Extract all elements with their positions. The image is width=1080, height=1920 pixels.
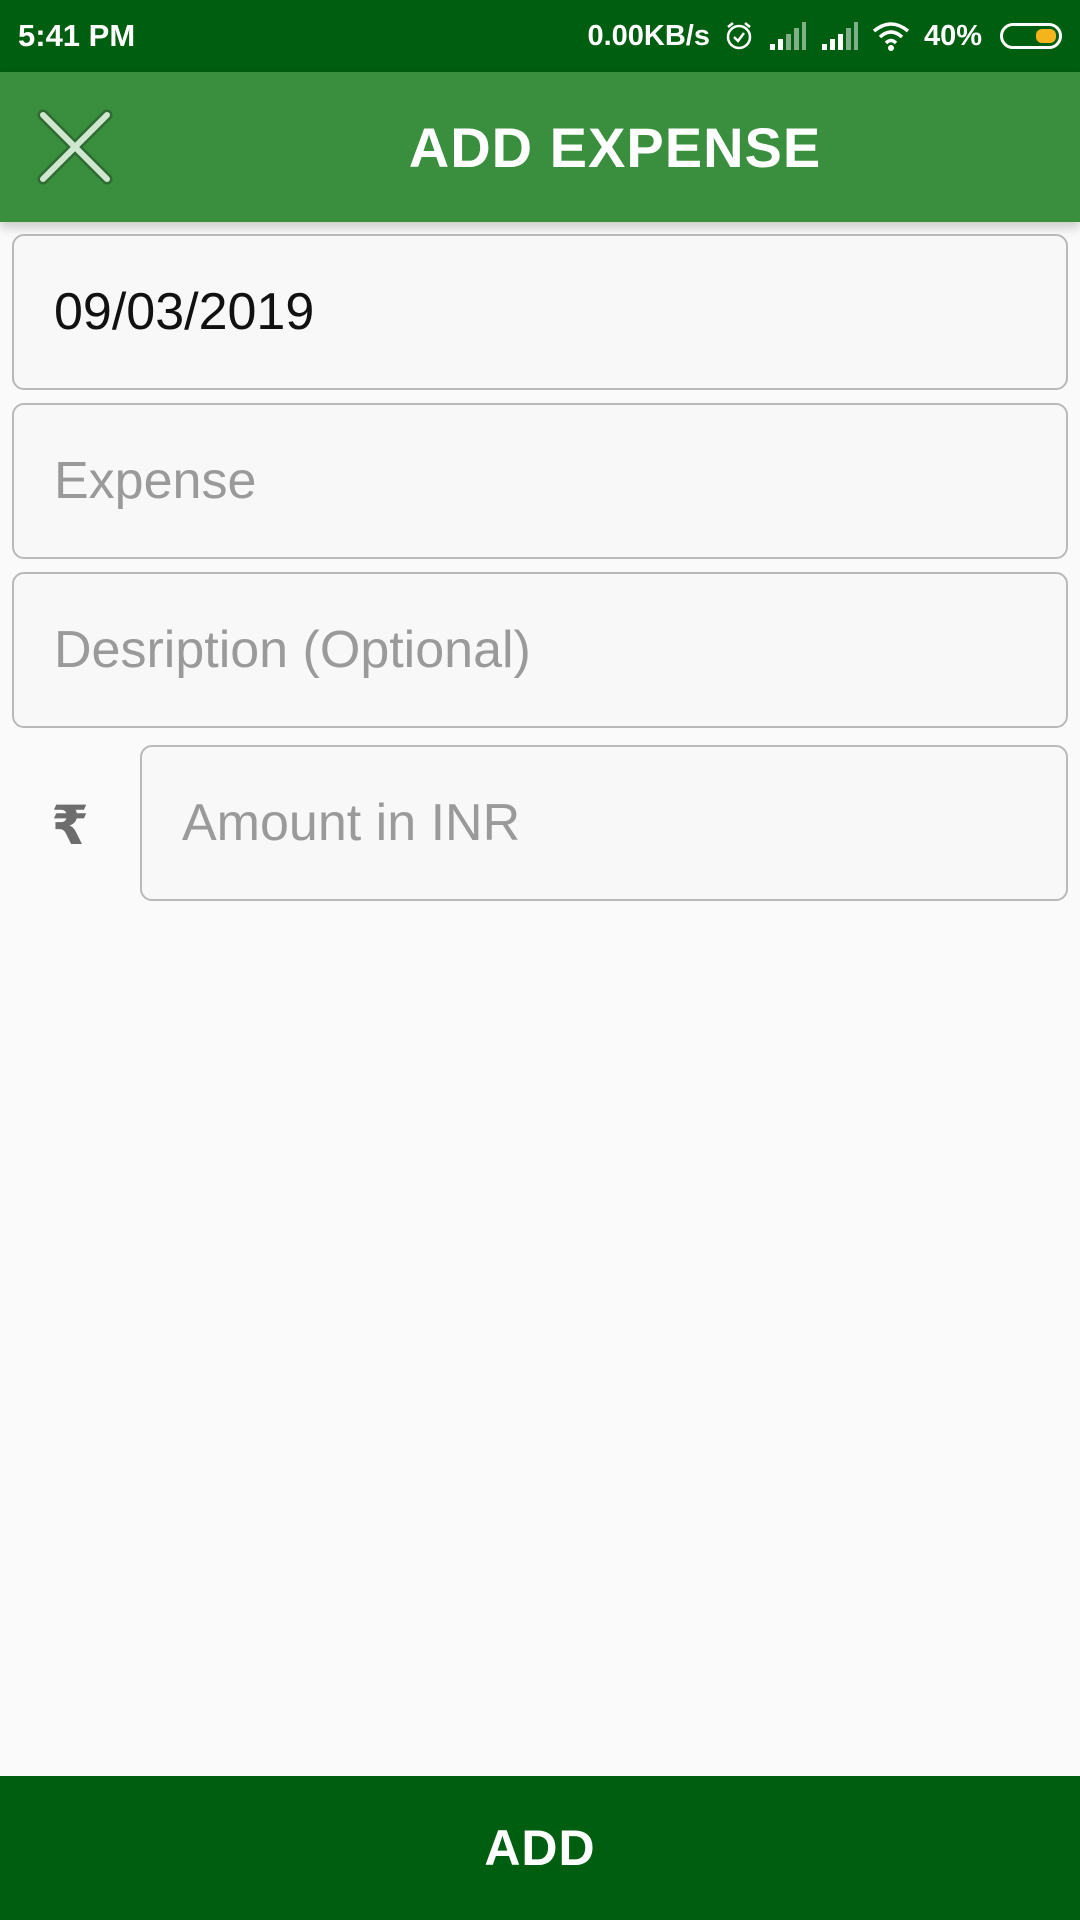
close-icon bbox=[37, 109, 113, 185]
status-indicators: 0.00KB/s 40% bbox=[587, 20, 1062, 53]
rupee-icon: ₹ bbox=[51, 795, 89, 856]
expense-placeholder: Expense bbox=[54, 452, 257, 510]
signal-icon bbox=[768, 22, 806, 50]
description-placeholder: Desription (Optional) bbox=[54, 621, 531, 679]
battery-icon bbox=[1000, 23, 1062, 49]
status-time: 5:41 PM bbox=[18, 18, 136, 53]
battery-fill bbox=[1036, 29, 1056, 43]
app-bar: ADD EXPENSE bbox=[0, 72, 1080, 222]
amount-placeholder: Amount in INR bbox=[182, 794, 521, 852]
date-field[interactable]: 09/03/2019 bbox=[12, 234, 1068, 390]
expense-field[interactable]: Expense bbox=[12, 403, 1068, 559]
status-bar: 5:41 PM 0.00KB/s 40% bbox=[0, 0, 1080, 72]
signal-icon bbox=[820, 22, 858, 50]
alarm-icon bbox=[724, 21, 754, 51]
battery-percent: 40% bbox=[923, 19, 982, 52]
close-button[interactable] bbox=[30, 102, 120, 192]
page-title: ADD EXPENSE bbox=[408, 115, 822, 179]
add-button[interactable]: ADD bbox=[0, 1776, 1080, 1920]
add-button-label: ADD bbox=[484, 1820, 596, 1876]
network-speed: 0.00KB/s bbox=[587, 19, 710, 52]
description-field[interactable]: Desription (Optional) bbox=[12, 572, 1068, 728]
amount-field[interactable]: Amount in INR bbox=[140, 745, 1068, 901]
date-value: 09/03/2019 bbox=[54, 283, 315, 341]
wifi-icon bbox=[872, 21, 910, 51]
